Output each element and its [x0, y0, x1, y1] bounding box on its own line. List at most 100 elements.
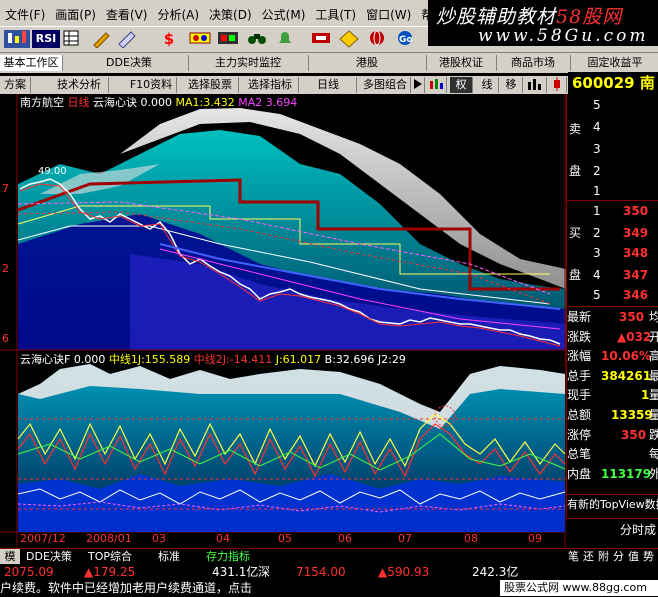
stock-name: 南方航空 — [20, 96, 64, 109]
tab-attach[interactable]: 附 — [598, 549, 609, 564]
tab-main-monitor[interactable]: 主力实时监控 — [188, 55, 309, 71]
binoculars-icon[interactable] — [246, 30, 268, 48]
tab-ticks[interactable]: 笔 — [568, 549, 579, 564]
menu-analysis[interactable]: 分析(A) — [152, 0, 204, 26]
sub-indicator-value: 0.000 — [73, 353, 106, 366]
sell-level: 5 — [593, 98, 601, 112]
sz-index-value: 7154.00 — [296, 565, 346, 579]
tab-minute[interactable]: 分 — [613, 549, 624, 564]
pen-icon[interactable] — [90, 30, 112, 49]
candle-icon[interactable] — [548, 77, 567, 93]
select-indicator-button[interactable]: 选择指标 — [242, 77, 299, 93]
indicator-value: 0.000 — [140, 96, 173, 109]
sell-label-2: 盘 — [569, 164, 582, 178]
sell-label-1: 卖 — [569, 122, 582, 136]
mid2-value: -14.411 — [229, 353, 273, 366]
bell-icon[interactable] — [274, 30, 296, 48]
menu-decision[interactable]: 决策(D) — [204, 0, 257, 26]
sell-level: 2 — [593, 164, 601, 178]
ma2-label: MA2 — [238, 96, 263, 109]
divider — [567, 306, 658, 307]
j2-value: 29 — [391, 353, 406, 366]
grid-icon[interactable] — [62, 30, 80, 48]
dde-icon[interactable] — [188, 30, 212, 48]
money-icon[interactable] — [310, 30, 332, 48]
technical-analysis-button[interactable]: 技术分析 — [50, 77, 109, 93]
switch-icon[interactable] — [216, 30, 240, 48]
fenshi-label[interactable]: 分时成 — [620, 521, 656, 538]
sh-index-change: ▲179.25 — [84, 565, 136, 579]
tab-hk-warrants[interactable]: 港股权证 — [426, 55, 497, 71]
menu-tools[interactable]: 工具(T) — [310, 0, 361, 26]
buy-level: 1 — [593, 204, 601, 218]
tab-value[interactable]: 值 — [628, 549, 639, 564]
chart-mini-icon[interactable] — [426, 77, 447, 93]
buy-price: 350 — [623, 204, 649, 218]
watermark-banner: 炒股辅助教材58股网 www.58Gu.com — [428, 0, 658, 46]
sz-volume: 242.3亿 — [472, 565, 519, 579]
tab-dde[interactable]: DDE决策 — [70, 55, 189, 71]
mid1-label: 中线1J: — [108, 353, 145, 366]
topview-news-link[interactable]: 有新的TopView数据 — [567, 494, 658, 515]
buy-level: 2 — [593, 226, 601, 240]
go-icon[interactable]: Go — [394, 30, 416, 48]
sell-level: 4 — [593, 120, 601, 134]
ma1-label: MA1: — [175, 96, 204, 109]
ruler-icon[interactable] — [116, 30, 138, 49]
sell-level: 3 — [593, 142, 601, 156]
tab-mode[interactable]: 模 — [0, 549, 20, 564]
x-label: 2007/12 — [20, 532, 66, 545]
bars-icon[interactable] — [524, 77, 547, 93]
tab-return[interactable]: 还 — [583, 549, 594, 564]
rsi-button[interactable]: RSI — [32, 30, 60, 48]
peak-price-label: 49.00 — [38, 166, 67, 177]
buy-level: 5 — [593, 288, 601, 302]
svg-text:Go: Go — [399, 35, 413, 45]
watermark-title: 炒股辅助教材58股网 — [436, 6, 623, 28]
multi-chart-button[interactable]: 多图组合 — [360, 77, 411, 93]
index-ticker: 2075.09 ▲179.25 431.1亿 深 7154.00 ▲590.93… — [0, 564, 658, 580]
tab-basic-workspace[interactable]: 基本工作区 — [0, 55, 63, 71]
j-value: 61.017 — [282, 353, 322, 366]
tab-storage-indicator[interactable]: 存力指标 — [206, 549, 250, 564]
chart-icon[interactable] — [4, 30, 30, 48]
buy-level: 3 — [593, 246, 601, 260]
stat-row: 涨停 350 跌 — [567, 427, 658, 442]
ma2-value: 3.694 — [265, 96, 298, 109]
menu-view[interactable]: 查看(V) — [101, 0, 153, 26]
scheme-button[interactable]: 方案 — [0, 77, 31, 93]
tab-standard[interactable]: 标准 — [158, 549, 180, 564]
website-link[interactable]: 股票公式网 www.88gg.com — [500, 580, 658, 596]
sh-volume: 431.1亿 — [212, 565, 259, 579]
watermark-url: www.58Gu.com — [478, 26, 649, 46]
b-value: 32.696 — [335, 353, 375, 366]
warning-icon[interactable] — [338, 30, 360, 48]
rights-button[interactable]: 权 — [450, 77, 473, 93]
chart-area[interactable]: 南方航空 日线 云海心诀 0.000 MA1:3.432 MA2 3.694 4… — [0, 94, 566, 548]
menu-window[interactable]: 窗口(W) — [361, 0, 416, 26]
x-label: 08 — [464, 532, 478, 545]
daily-line-button[interactable]: 日线 — [300, 77, 357, 93]
globe-icon[interactable] — [366, 30, 388, 48]
menu-screen[interactable]: 画面(P) — [50, 0, 101, 26]
quote-panel: 卖 盘 5 4 3 2 1 买 盘 1 2 3 4 5 350 349 348 … — [566, 94, 658, 518]
select-stock-button[interactable]: 选择股票 — [182, 77, 239, 93]
tab-fixed-income[interactable]: 固定收益平 — [572, 55, 658, 71]
menu-file[interactable]: 文件(F) — [0, 0, 50, 26]
tab-dde-decision[interactable]: DDE决策 — [26, 549, 72, 564]
menu-formula[interactable]: 公式(M) — [257, 0, 311, 26]
stock-code-display: 600029 南 — [568, 72, 658, 94]
sh-index-value: 2075.09 — [4, 565, 54, 579]
f10-button[interactable]: F10资料 — [126, 77, 177, 93]
fenshi-panel: 分时成 — [566, 518, 658, 549]
status-bar: 户续费。软件中已经增加老用户续费通道，点击 股票公式网 www.88gg.com — [0, 580, 658, 597]
tab-commodities[interactable]: 商品市场 — [496, 55, 571, 71]
dollar-icon[interactable]: $ — [158, 30, 180, 48]
play-icon[interactable] — [412, 77, 425, 93]
move-button[interactable]: 移 — [500, 77, 523, 93]
tab-trend[interactable]: 势 — [643, 549, 654, 564]
tab-top-composite[interactable]: TOP综合 — [88, 549, 132, 564]
ma1-value: 3.432 — [203, 96, 235, 109]
line-button[interactable]: 线 — [476, 77, 499, 93]
tab-hk-stocks[interactable]: 港股 — [308, 55, 427, 71]
